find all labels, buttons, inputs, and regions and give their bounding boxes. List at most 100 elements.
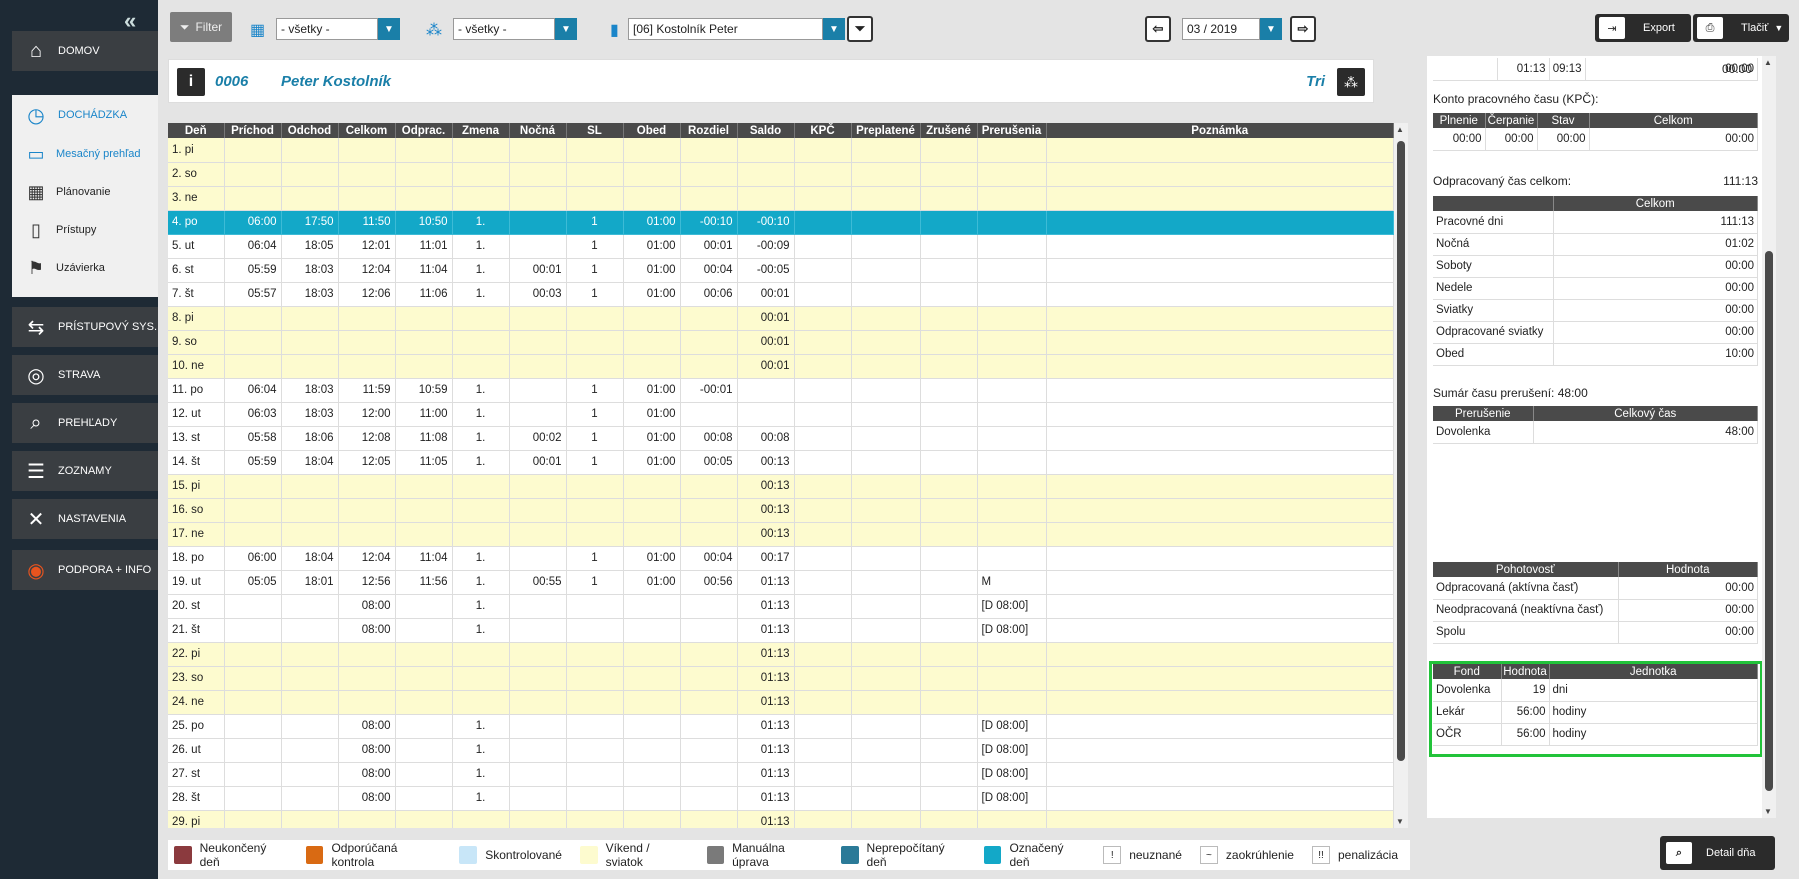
column-header[interactable]: Prerušenia (977, 123, 1047, 138)
table-row[interactable]: 21. št 08:00 1. 01:13 [D 08:00] (168, 618, 1394, 643)
column-header[interactable]: Odchod (281, 123, 339, 138)
day-detail-label: Detail dňa (1706, 847, 1756, 859)
table-row[interactable]: 27. st 08:00 1. 01:13 [D 08:00] (168, 762, 1394, 787)
cell (1046, 642, 1394, 667)
table-scrollbar[interactable]: ▲ ▼ (1394, 123, 1408, 828)
cell (794, 474, 852, 499)
table-row[interactable]: 11. po 06:04 18:03 11:59 10:59 1. 1 01:00 -00:01 (168, 378, 1394, 403)
cell: 01:13 (737, 642, 795, 667)
scroll-down-icon[interactable]: ▼ (1396, 817, 1404, 826)
scrollbar-thumb[interactable] (1397, 141, 1405, 761)
table-row[interactable]: 13. st 05:58 18:06 12:08 11:08 1. 00:02 1 01:00 0… (168, 426, 1394, 451)
table-row[interactable]: 10. ne 00:01 (168, 354, 1394, 379)
scroll-down-icon[interactable]: ▼ (1764, 807, 1772, 816)
table-row[interactable]: 5. ut 06:04 18:05 12:01 11:01 1. 1 01:00 00:01 -0… (168, 234, 1394, 259)
chevron-down-icon[interactable]: ▼ (823, 18, 845, 40)
table-row[interactable]: 29. pi 01:13 (168, 810, 1394, 828)
column-header[interactable]: Zrušené (920, 123, 978, 138)
column-header[interactable]: Deň (168, 123, 225, 138)
cell (794, 162, 852, 187)
flag-icon: ⚑ (27, 257, 45, 278)
cell (452, 810, 510, 828)
summary-scrollbar[interactable]: ▲ ▼ (1762, 56, 1776, 818)
table-row[interactable]: 7. št 05:57 18:03 12:06 11:06 1. 00:03 1 01:00 00… (168, 282, 1394, 307)
cell (851, 762, 921, 787)
shift-hierarchy-button[interactable]: ⁂ (1337, 68, 1365, 96)
column-header[interactable]: Nočná (509, 123, 567, 138)
cell (224, 306, 282, 331)
nav-prehlady[interactable]: ⌕ PREHĽADY (12, 403, 158, 443)
column-header[interactable]: Obed (623, 123, 681, 138)
next-month-button[interactable]: ⇨ (1290, 16, 1316, 42)
table-row[interactable]: 22. pi 01:13 (168, 642, 1394, 667)
table-row[interactable]: 1. pi (168, 138, 1394, 163)
nav-nastavenia[interactable]: ✕ NASTAVENIA (12, 499, 158, 539)
table-row[interactable]: 14. št 05:59 18:04 12:05 11:05 1. 00:01 1 01:00 0… (168, 450, 1394, 475)
subnav-uzavierka[interactable]: ⚑ Uzávierka (12, 249, 158, 287)
nav-domov[interactable]: ⌂ DOMOV (12, 31, 158, 71)
column-header[interactable]: Saldo (737, 123, 795, 138)
print-button[interactable]: ⎙ Tlačiť ▼ (1693, 14, 1789, 42)
cell: 01:02 (1553, 233, 1758, 256)
table-row[interactable]: 12. ut 06:03 18:03 12:00 11:00 1. 1 01:00 (168, 402, 1394, 427)
nav-pristupovy-sys[interactable]: ⇆ PRÍSTUPOVÝ SYS. (12, 307, 158, 347)
employee-select[interactable]: [06] Kostolník Peter (628, 18, 823, 40)
cell (566, 162, 624, 187)
scroll-up-icon[interactable]: ▲ (1396, 125, 1404, 134)
employee-filter-button[interactable]: ⏷ (847, 16, 873, 42)
department-select[interactable]: - všetky - (453, 18, 555, 40)
table-row[interactable]: 26. ut 08:00 1. 01:13 [D 08:00] (168, 738, 1394, 763)
subnav-pristupy[interactable]: ▯ Prístupy (12, 211, 158, 249)
column-header[interactable]: KPČ (794, 123, 852, 138)
table-row[interactable]: 4. po 06:00 17:50 11:50 10:50 1. 1 01:00 -00:10-… (168, 210, 1394, 235)
table-row[interactable]: 20. st 08:00 1. 01:13 [D 08:00] (168, 594, 1394, 619)
table-row[interactable]: 28. št 08:00 1. 01:13 [D 08:00] (168, 786, 1394, 811)
nav-dochadzka[interactable]: ◷ DOCHÁDZKA (12, 95, 158, 135)
day-detail-button[interactable]: ⌕ Detail dňa (1660, 836, 1775, 870)
location-select[interactable]: - všetky - (276, 18, 378, 40)
cell: 08:00 (338, 714, 396, 739)
column-header[interactable]: Preplatené (851, 123, 921, 138)
prev-month-button[interactable]: ⇦ (1145, 16, 1171, 42)
cell (920, 570, 978, 595)
table-row[interactable]: 19. ut 05:05 18:01 12:56 11:56 1. 00:55 1 01:00 0… (168, 570, 1394, 595)
column-header[interactable]: SL (566, 123, 624, 138)
cell (509, 690, 567, 715)
table-row[interactable]: 9. so 00:01 (168, 330, 1394, 355)
table-row[interactable]: 18. po 06:00 18:04 12:04 11:04 1. 1 01:00 00:04 0… (168, 546, 1394, 571)
nav-podpora[interactable]: ◉ PODPORA + INFO (12, 550, 158, 590)
table-row[interactable]: 8. pi 00:01 (168, 306, 1394, 331)
table-row[interactable]: 17. ne 00:13 (168, 522, 1394, 547)
chevron-down-icon[interactable]: ▼ (378, 18, 400, 40)
table-row[interactable]: 15. pi 00:13 (168, 474, 1394, 499)
table-row[interactable]: 25. po 08:00 1. 01:13 [D 08:00] (168, 714, 1394, 739)
table-row[interactable]: 2. so (168, 162, 1394, 187)
subnav-planovanie[interactable]: ▦ Plánovanie (12, 173, 158, 211)
cell (680, 162, 738, 187)
table-row[interactable]: 3. ne (168, 186, 1394, 211)
legend-label: Skontrolované (485, 848, 562, 862)
chevron-down-icon[interactable]: ▼ (1260, 18, 1282, 40)
subnav-mesacny-prehlad[interactable]: ▭ Mesačný prehľad (12, 135, 158, 173)
export-button[interactable]: ⇥ Export (1595, 14, 1691, 42)
table-row[interactable]: 24. ne 01:13 (168, 690, 1394, 715)
column-header[interactable]: Zmena (452, 123, 510, 138)
month-select[interactable]: 03 / 2019 (1182, 18, 1260, 40)
column-header[interactable]: Odprac. (395, 123, 453, 138)
nav-strava[interactable]: ◎ STRAVA (12, 355, 158, 395)
column-header[interactable]: Rozdiel (680, 123, 738, 138)
nav-zoznamy[interactable]: ☰ ZOZNAMY (12, 451, 158, 491)
filter-button[interactable]: ⏷ Filter (170, 12, 232, 42)
handshake-icon: ⇆ (27, 316, 45, 339)
column-header[interactable]: Poznámka (1046, 123, 1394, 138)
scrollbar-thumb[interactable] (1765, 251, 1773, 791)
table-row[interactable]: 23. so 01:13 (168, 666, 1394, 691)
cell (623, 498, 681, 523)
chevron-down-icon[interactable]: ▼ (555, 18, 577, 40)
scroll-up-icon[interactable]: ▲ (1764, 58, 1772, 67)
cell: 18:04 (281, 450, 339, 475)
column-header[interactable]: Príchod (224, 123, 282, 138)
column-header[interactable]: Celkom (338, 123, 396, 138)
table-row[interactable]: 16. so 00:13 (168, 498, 1394, 523)
table-row[interactable]: 6. st 05:59 18:03 12:04 11:04 1. 00:01 1 01:00 00… (168, 258, 1394, 283)
